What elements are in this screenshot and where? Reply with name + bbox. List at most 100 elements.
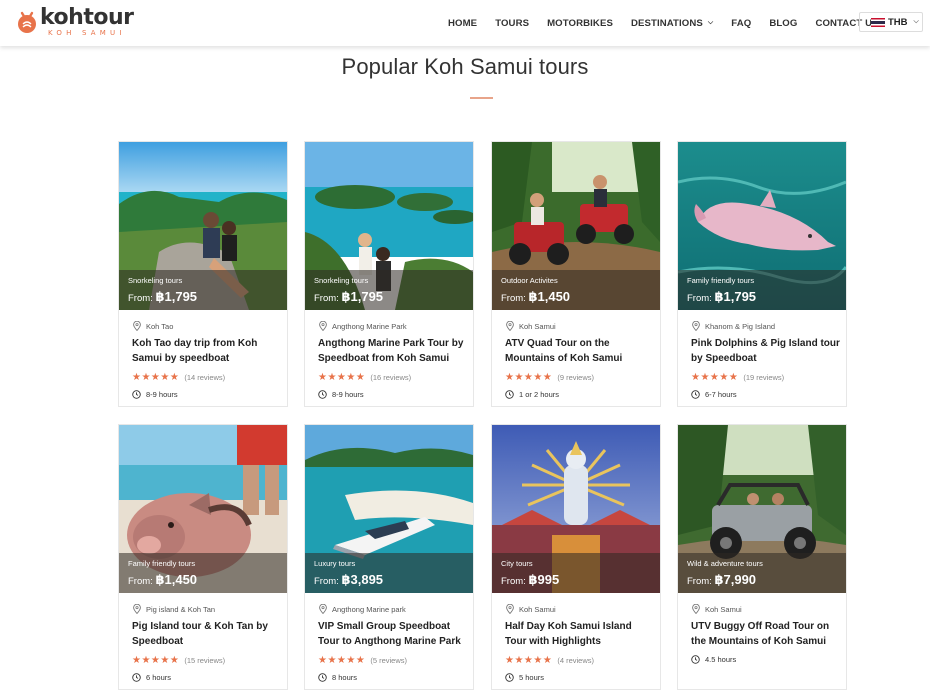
tour-card[interactable]: Luxury tours From: ฿3,895 Angthong Marin… xyxy=(304,424,474,690)
nav-motorbikes[interactable]: MOTORBIKES xyxy=(547,18,613,29)
tour-category: Luxury tours xyxy=(314,559,356,568)
nav-destinations[interactable]: DESTINATIONS ⌵ xyxy=(631,18,713,29)
tour-location: Khanom & Pig Island xyxy=(692,321,775,331)
nav-home[interactable]: HOME xyxy=(448,18,477,29)
tour-location: Pig island & Koh Tan xyxy=(133,604,215,614)
review-count[interactable]: (14 reviews) xyxy=(184,373,225,382)
tour-card[interactable]: Outdoor Activites From: ฿1,450 Koh Samui… xyxy=(491,141,661,407)
map-pin-icon xyxy=(133,321,141,331)
tour-price: From: ฿7,990 xyxy=(687,572,757,587)
tour-category: Family friendly tours xyxy=(128,559,196,568)
star-rating-icons: ★★★★★ xyxy=(691,372,739,383)
tour-duration: 6-7 hours xyxy=(691,390,737,399)
currency-label: THB xyxy=(888,16,908,28)
tour-price: From: ฿1,795 xyxy=(314,289,384,304)
tour-location-label: Koh Tao xyxy=(146,321,174,331)
tour-card[interactable]: Family friendly tours From: ฿1,795 Khano… xyxy=(677,141,847,407)
tour-title[interactable]: Angthong Marine Park Tour by Speedboat f… xyxy=(318,336,468,366)
tour-title[interactable]: ATV Quad Tour on the Mountains of Koh Sa… xyxy=(505,336,655,366)
map-pin-icon xyxy=(319,604,327,614)
tour-category: Wild & adventure tours xyxy=(687,559,763,568)
tour-title[interactable]: Koh Tao day trip from Koh Samui by speed… xyxy=(132,336,282,366)
tour-price-overlay: Family friendly tours From: ฿1,795 xyxy=(678,270,846,310)
site-header: kohtour KOH SAMUI HOME TOURS MOTORBIKES … xyxy=(0,0,930,46)
lobster-logo-icon xyxy=(16,9,38,35)
tour-price-overlay: Wild & adventure tours From: ฿7,990 xyxy=(678,553,846,593)
brand-tagline: KOH SAMUI xyxy=(48,29,126,37)
tour-duration: 4.5 hours xyxy=(691,655,736,664)
tour-title[interactable]: UTV Buggy Off Road Tour on the Mountains… xyxy=(691,619,841,649)
review-count[interactable]: (19 reviews) xyxy=(743,373,784,382)
tour-card[interactable]: Snorkeling tours From: ฿1,795 Angthong M… xyxy=(304,141,474,407)
star-rating-icons: ★★★★★ xyxy=(318,655,366,666)
tour-price: From: ฿1,795 xyxy=(128,289,198,304)
tour-location: Koh Tao xyxy=(133,321,173,331)
star-rating-icons: ★★★★★ xyxy=(132,655,180,666)
review-count[interactable]: (16 reviews) xyxy=(370,373,411,382)
star-rating-icons: ★★★★★ xyxy=(505,655,553,666)
tour-duration: 5 hours xyxy=(505,673,544,682)
tour-location-label: Khanom & Pig Island xyxy=(705,321,776,331)
currency-selector[interactable]: THB ⌵ xyxy=(859,12,923,32)
tour-title[interactable]: Half Day Koh Samui Island Tour with High… xyxy=(505,619,655,649)
tour-duration-label: 6-7 hours xyxy=(705,390,737,399)
map-pin-icon xyxy=(133,604,141,614)
clock-icon xyxy=(691,655,700,664)
star-rating-icons: ★★★★★ xyxy=(132,372,180,383)
tour-location: Koh Samui xyxy=(692,604,742,614)
tour-price: From: ฿3,895 xyxy=(314,572,384,587)
tour-price-overlay: Outdoor Activites From: ฿1,450 xyxy=(492,270,660,310)
tour-duration-label: 4.5 hours xyxy=(705,655,737,664)
clock-icon xyxy=(318,390,327,399)
tour-duration-label: 8-9 hours xyxy=(146,390,178,399)
tour-location: Angthong Marine park xyxy=(319,604,406,614)
review-count[interactable]: (9 reviews) xyxy=(557,373,594,382)
site-logo[interactable]: kohtour KOH SAMUI xyxy=(16,5,134,40)
tour-price-overlay: City tours From: ฿995 xyxy=(492,553,660,593)
tour-location: Koh Samui xyxy=(506,604,556,614)
tour-rating: ★★★★★ (5 reviews) xyxy=(318,655,407,666)
star-rating-icons: ★★★★★ xyxy=(505,372,553,383)
tour-duration: 8-9 hours xyxy=(132,390,178,399)
tour-duration-label: 1 or 2 hours xyxy=(519,390,560,399)
clock-icon xyxy=(318,673,327,682)
chevron-down-icon: ⌵ xyxy=(913,18,919,25)
tour-location-label: Koh Samui xyxy=(519,604,556,614)
tour-category: City tours xyxy=(501,559,533,568)
tour-price-overlay: Snorkeling tours From: ฿1,795 xyxy=(119,270,287,310)
nav-destinations-label: DESTINATIONS xyxy=(630,17,703,29)
tour-card[interactable]: City tours From: ฿995 Koh Samui Half Day… xyxy=(491,424,661,690)
tour-card[interactable]: Family friendly tours From: ฿1,450 Pig i… xyxy=(118,424,288,690)
review-count[interactable]: (5 reviews) xyxy=(370,656,407,665)
map-pin-icon xyxy=(506,604,514,614)
title-divider xyxy=(470,97,493,99)
review-count[interactable]: (15 reviews) xyxy=(184,656,225,665)
tour-rating: ★★★★★ (4 reviews) xyxy=(505,655,594,666)
tour-card[interactable]: Snorkeling tours From: ฿1,795 Koh Tao Ko… xyxy=(118,141,288,407)
tour-location-label: Angthong Marine park xyxy=(332,604,406,614)
map-pin-icon xyxy=(319,321,327,331)
tour-price: From: ฿1,450 xyxy=(501,289,571,304)
tour-duration-label: 8-9 hours xyxy=(332,390,364,399)
nav-tours[interactable]: TOURS xyxy=(495,18,529,29)
tour-rating: ★★★★★ (19 reviews) xyxy=(691,372,784,383)
star-rating-icons: ★★★★★ xyxy=(318,372,366,383)
tour-title[interactable]: Pink Dolphins & Pig Island tour by Speed… xyxy=(691,336,841,366)
tour-card[interactable]: Wild & adventure tours From: ฿7,990 Koh … xyxy=(677,424,847,690)
tour-price: From: ฿1,450 xyxy=(128,572,198,587)
section-title: Popular Koh Samui tours xyxy=(341,54,589,79)
tour-category: Snorkeling tours xyxy=(314,276,369,285)
nav-faq[interactable]: FAQ xyxy=(731,18,751,29)
clock-icon xyxy=(691,390,700,399)
nav-blog[interactable]: BLOG xyxy=(769,18,797,29)
tour-title[interactable]: Pig Island tour & Koh Tan by Speedboat xyxy=(132,619,282,649)
tour-title[interactable]: VIP Small Group Speedboat Tour to Angtho… xyxy=(318,619,468,649)
review-count[interactable]: (4 reviews) xyxy=(557,656,594,665)
tour-location-label: Koh Samui xyxy=(519,321,556,331)
tour-location-label: Koh Samui xyxy=(705,604,742,614)
tour-duration: 1 or 2 hours xyxy=(505,390,559,399)
brand-name: kohtour xyxy=(40,5,134,30)
clock-icon xyxy=(505,673,514,682)
tour-category: Outdoor Activites xyxy=(501,276,558,285)
tour-price: From: ฿995 xyxy=(501,572,560,587)
